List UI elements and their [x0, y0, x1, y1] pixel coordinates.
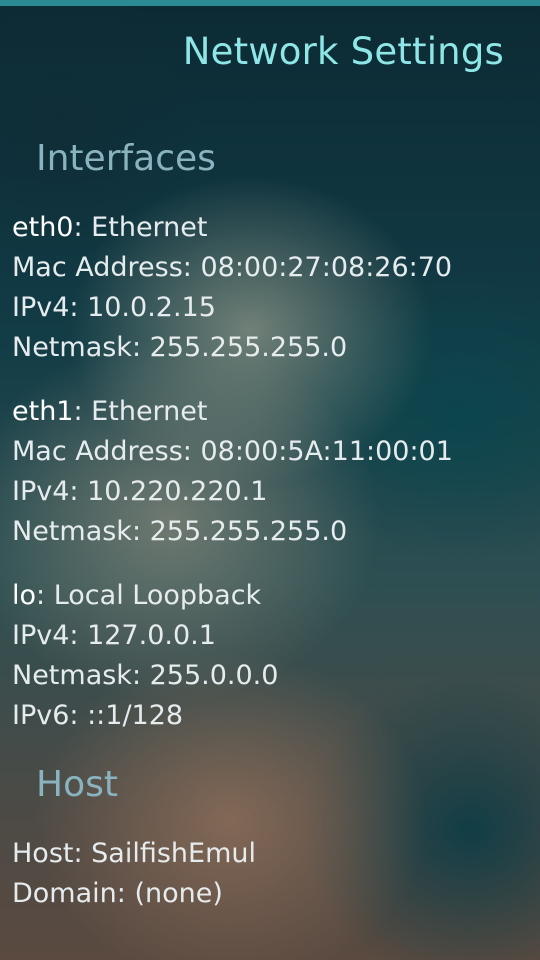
section-header-host: Host	[36, 764, 118, 805]
host-name: Host: SailfishEmul	[12, 838, 257, 869]
top-status-bar	[0, 0, 540, 6]
netmask: Netmask: 255.0.0.0	[12, 660, 279, 691]
interface-type: : Local Loopback	[36, 580, 262, 611]
ipv4-address: IPv4: 10.0.2.15	[12, 292, 216, 323]
interface-name: eth1	[12, 396, 74, 427]
page-title: Network Settings	[182, 30, 504, 73]
section-header-interfaces: Interfaces	[36, 138, 216, 179]
netmask: Netmask: 255.255.255.0	[12, 516, 348, 547]
interface-title-eth1: eth1: Ethernet	[12, 392, 208, 432]
interface-type: : Ethernet	[73, 396, 208, 427]
mac-address: Mac Address: 08:00:27:08:26:70	[12, 252, 453, 283]
ipv6-address: IPv6: ::1/128	[12, 700, 184, 731]
interface-name: lo	[12, 580, 37, 611]
interface-name: eth0	[12, 212, 74, 243]
ipv4-address: IPv4: 10.220.220.1	[12, 476, 268, 507]
mac-address: Mac Address: 08:00:5A:11:00:01	[12, 436, 453, 467]
interface-title-lo: lo: Local Loopback	[12, 576, 261, 616]
netmask: Netmask: 255.255.255.0	[12, 332, 348, 363]
domain-name: Domain: (none)	[12, 878, 223, 909]
interface-type: : Ethernet	[73, 212, 208, 243]
ipv4-address: IPv4: 127.0.0.1	[12, 620, 216, 651]
interface-title-eth0: eth0: Ethernet	[12, 208, 208, 248]
